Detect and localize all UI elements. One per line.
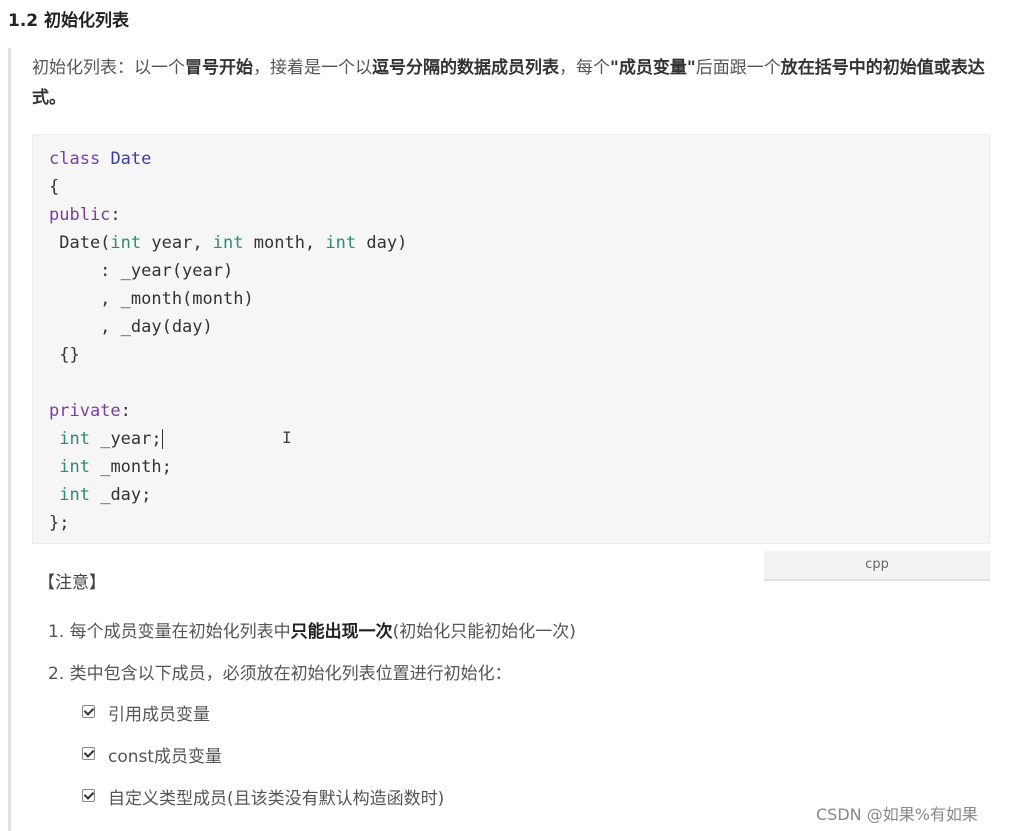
code-token: :	[110, 205, 121, 225]
intro-bold-3: "成员变量"	[610, 58, 696, 78]
member-month: _month;	[89, 457, 172, 477]
intro-text-2: ，接着是一个以	[253, 58, 372, 78]
param-day: day)	[356, 233, 408, 253]
checkbox-icon[interactable]	[82, 747, 95, 760]
type-int: int	[59, 485, 90, 505]
note-item-2: 2. 类中包含以下成员，必须放在初始化列表位置进行初始化：	[48, 664, 512, 684]
code-line: {	[49, 177, 60, 197]
note-item-1: 1. 每个成员变量在初始化列表中只能出现一次(初始化只能初始化一次)	[48, 617, 576, 642]
keyword-private: private	[49, 401, 121, 421]
class-name: Date	[110, 149, 152, 169]
type-int: int	[325, 233, 357, 253]
code-content[interactable]: class Date { public: Date(int year, int …	[49, 145, 407, 537]
param-year: year,	[141, 233, 213, 253]
param-month: month,	[243, 233, 326, 253]
caret	[161, 429, 173, 449]
intro-text-1: 初始化列表：以一个	[32, 58, 185, 78]
member-year: _year;	[89, 429, 162, 449]
code-line: };	[49, 513, 70, 533]
watermark: CSDN @如果%有如果	[816, 805, 978, 824]
init-month-line: , _month(month)	[49, 289, 254, 309]
check-label-reference: 引用成员变量	[108, 705, 210, 725]
constructor-body: {}	[49, 345, 80, 365]
keyword-public: public	[49, 205, 111, 225]
section-heading: 1.2 初始化列表	[8, 11, 130, 31]
intro-bold-1: 冒号开始	[185, 58, 253, 78]
constructor-name: Date(	[49, 233, 111, 253]
note-title: 【注意】	[38, 573, 106, 593]
intro-text-4: 后面跟一个	[695, 58, 781, 78]
member-day: _day;	[89, 485, 152, 505]
keyword-class: class	[49, 149, 101, 169]
checkbox-icon[interactable]	[82, 789, 95, 802]
check-label-custom-type: 自定义类型成员(且该类没有默认构造函数时)	[108, 789, 445, 809]
intro-bold-2: 逗号分隔的数据成员列表	[372, 58, 559, 78]
note-text: 1. 每个成员变量在初始化列表中	[48, 622, 291, 642]
type-int: int	[59, 429, 90, 449]
note-text: (初始化只能初始化一次)	[392, 622, 576, 642]
code-token: :	[120, 401, 131, 421]
type-int: int	[59, 457, 90, 477]
code-block[interactable]: class Date { public: Date(int year, int …	[32, 134, 990, 544]
language-tag[interactable]: cpp	[764, 551, 990, 581]
intro-paragraph: 初始化列表：以一个冒号开始，接着是一个以逗号分隔的数据成员列表，每个"成员变量"…	[32, 53, 992, 113]
intro-text-3: ，每个	[559, 58, 610, 78]
type-int: int	[110, 233, 142, 253]
init-day-line: , _day(day)	[49, 317, 213, 337]
check-label-const: const成员变量	[108, 747, 223, 767]
text-cursor-icon: I	[282, 428, 292, 447]
checkbox-icon[interactable]	[82, 705, 95, 718]
note-bold: 只能出现一次	[290, 622, 393, 642]
blockquote-bar	[8, 48, 11, 831]
init-year-line: : _year(year)	[49, 261, 234, 281]
type-int: int	[212, 233, 244, 253]
